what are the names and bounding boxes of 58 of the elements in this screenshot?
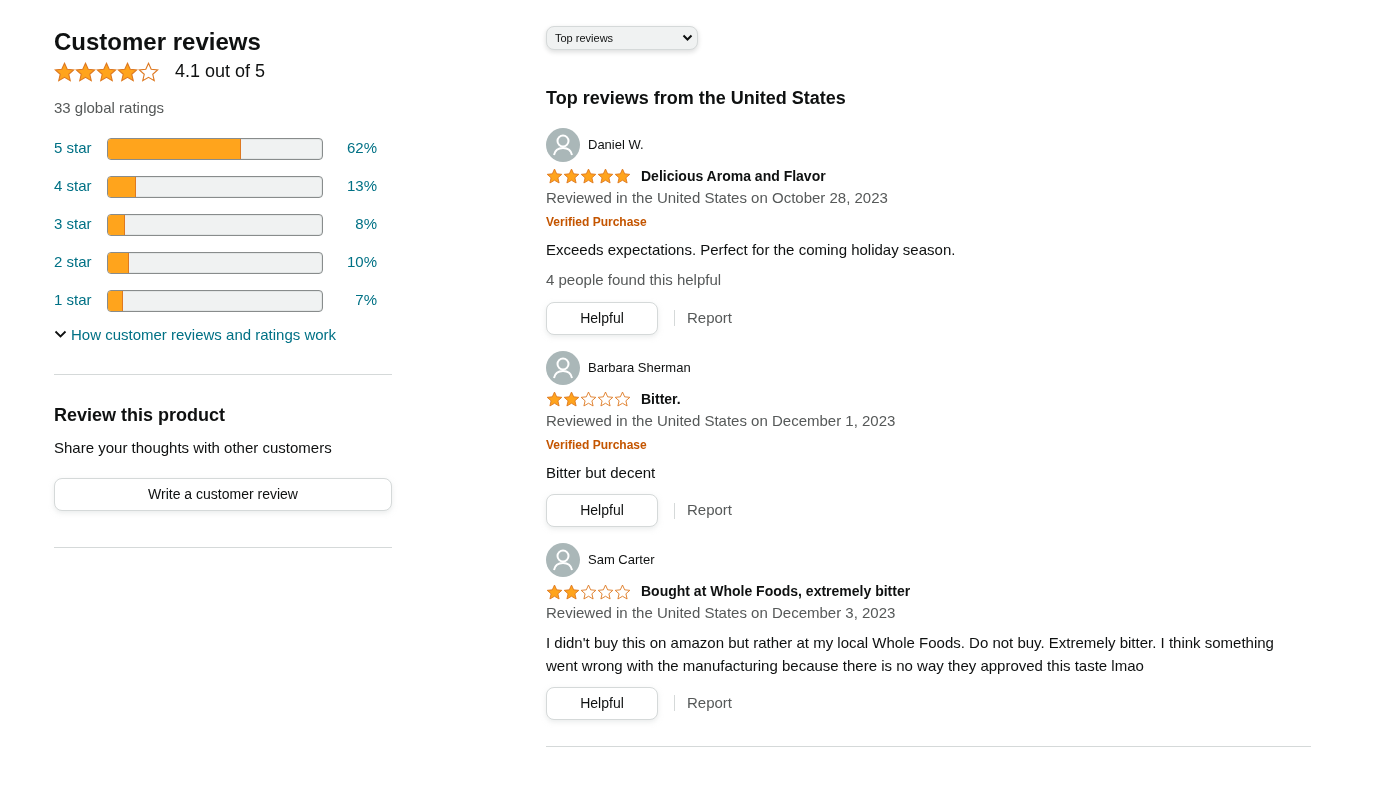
star-filter-link[interactable]: 2 star xyxy=(54,251,107,274)
reviewer-name: Daniel W. xyxy=(588,135,644,154)
percent-link[interactable]: 8% xyxy=(337,213,377,236)
chevron-down-icon xyxy=(54,330,67,340)
ratings-count: 33 global ratings xyxy=(54,98,166,118)
percent-link[interactable]: 7% xyxy=(337,289,377,312)
avatar-icon xyxy=(546,350,580,385)
report-link[interactable]: Report xyxy=(687,499,733,522)
reviewer-name: Barbara Sherman xyxy=(588,358,691,377)
help-link[interactable]: How customer reviews and ratings work xyxy=(71,323,337,346)
sort-dropdown[interactable]: Top reviews xyxy=(546,26,698,50)
star-filter-link[interactable]: 5 star xyxy=(54,137,107,160)
verified-purchase-label: Verified Purchase xyxy=(546,215,647,230)
filled-star-icon xyxy=(96,61,117,82)
filled-star-icon xyxy=(546,391,563,408)
filled-star-icon xyxy=(117,61,138,82)
percent-link[interactable]: 13% xyxy=(337,175,377,198)
rating-text: 4.1 out of 5 xyxy=(175,60,266,83)
filled-star-icon xyxy=(563,168,580,185)
helpful-count: 4 people found this helpful xyxy=(546,270,723,291)
filled-star-icon xyxy=(75,61,96,82)
report-link[interactable]: Report xyxy=(687,691,733,715)
filled-star-icon xyxy=(597,168,614,185)
review-date: Reviewed in the United States on December 1, 2023 xyxy=(546,410,897,431)
filled-star-icon xyxy=(580,168,597,185)
chevron-down-icon xyxy=(682,34,693,42)
review-body: I didn't buy this on amazon but rather at my local Whole Foods. Do not buy. Extremely bitter. I think something went wrong with the manufacturing because there is no way they approved this taste lmao xyxy=(546,632,1275,676)
filled-star-icon xyxy=(54,61,75,82)
avatar-icon xyxy=(546,543,580,578)
review-body: Bitter but decent xyxy=(546,463,657,484)
star-filter-link[interactable]: 3 star xyxy=(54,213,107,236)
percent-link[interactable]: 10% xyxy=(337,251,377,274)
write-review-button[interactable]: Write a customer review xyxy=(54,478,392,512)
percent-link[interactable]: 62% xyxy=(337,137,377,160)
review-title[interactable]: Bought at Whole Foods, extremely bitter xyxy=(641,581,911,603)
filled-star-icon xyxy=(563,391,580,408)
avatar-icon xyxy=(546,127,580,162)
section-heading: Review this product xyxy=(54,405,227,427)
section-heading: Top reviews from the United States xyxy=(546,88,847,110)
review-body: Exceeds expectations. Perfect for the coming holiday season. xyxy=(546,240,957,261)
report-link[interactable]: Report xyxy=(687,306,733,330)
helpful-button[interactable]: Helpful xyxy=(546,494,658,528)
reviewer-name: Sam Carter xyxy=(588,551,655,570)
helpful-button[interactable]: Helpful xyxy=(546,301,658,335)
filled-star-icon xyxy=(563,583,580,600)
review-date: Reviewed in the United States on December 3, 2023 xyxy=(546,603,897,624)
filled-star-icon xyxy=(614,168,631,185)
star-filter-link[interactable]: 1 star xyxy=(54,289,107,312)
section-heading: Customer reviews xyxy=(54,27,262,57)
review-title[interactable]: Delicious Aroma and Flavor xyxy=(641,165,826,187)
helpful-button[interactable]: Helpful xyxy=(546,686,658,720)
filled-star-icon xyxy=(546,168,563,185)
subtitle: Share your thoughts with other customers xyxy=(54,437,333,458)
review-title[interactable]: Bitter. xyxy=(641,388,681,410)
review-date: Reviewed in the United States on October 28, 2023 xyxy=(546,187,889,208)
filled-star-icon xyxy=(546,583,563,600)
verified-purchase-label: Verified Purchase xyxy=(546,438,647,453)
star-filter-link[interactable]: 4 star xyxy=(54,175,107,198)
